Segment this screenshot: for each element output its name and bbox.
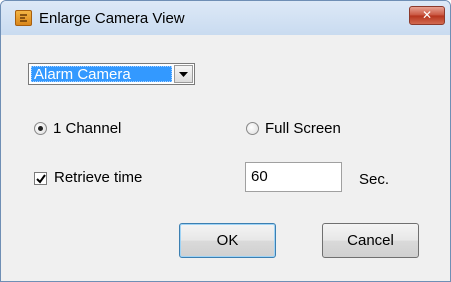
seconds-unit-label: Sec.	[359, 171, 390, 188]
window-title: Enlarge Camera View	[39, 10, 185, 27]
radio-full-screen-label[interactable]: Full Screen	[265, 120, 341, 137]
radio-1-channel-label[interactable]: 1 Channel	[53, 120, 121, 137]
dialog-body: Alarm Camera 1 Channel Full Screen Retri…	[9, 35, 442, 281]
close-icon: ✕	[421, 8, 433, 22]
retrieve-time-checkbox[interactable]	[34, 172, 47, 185]
retrieve-time-label[interactable]: Retrieve time	[54, 169, 142, 186]
radio-full-screen[interactable]	[246, 122, 259, 135]
ok-button[interactable]: OK	[179, 223, 276, 258]
app-icon	[15, 10, 32, 26]
radio-1-channel[interactable]	[34, 122, 47, 135]
camera-dropdown-value: Alarm Camera	[31, 66, 172, 83]
dialog-window: Enlarge Camera View ✕ Alarm Camera 1 Cha…	[0, 0, 451, 282]
checkmark-icon	[36, 174, 46, 184]
chevron-down-icon[interactable]	[174, 65, 193, 83]
cancel-button[interactable]: Cancel	[322, 223, 419, 258]
camera-dropdown[interactable]: Alarm Camera	[28, 63, 195, 85]
radio-selected-dot	[38, 126, 43, 131]
retrieve-time-input[interactable]: 60	[245, 162, 342, 192]
title-bar[interactable]: Enlarge Camera View ✕	[1, 1, 450, 35]
close-button[interactable]: ✕	[409, 6, 445, 25]
